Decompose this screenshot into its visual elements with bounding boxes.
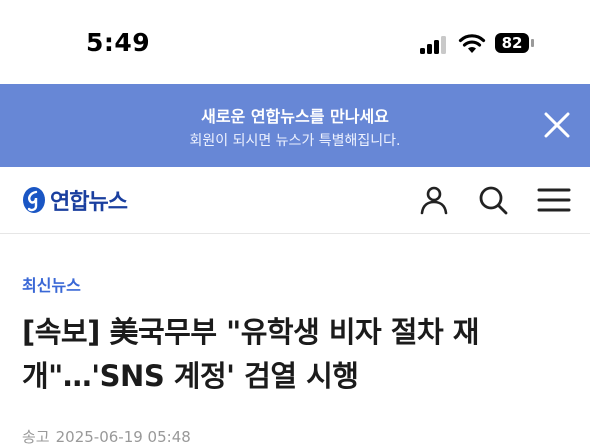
battery-icon: 82: [495, 33, 535, 55]
user-icon[interactable]: [419, 185, 449, 215]
site-logo[interactable]: 연합뉴스: [22, 183, 128, 217]
logo-icon: [23, 187, 45, 213]
menu-icon[interactable]: [537, 185, 571, 215]
promo-title: 새로운 연합뉴스를 만나세요: [201, 107, 389, 126]
wifi-icon: [458, 34, 486, 53]
search-icon[interactable]: [478, 185, 508, 215]
article-meta: 송고 2025-06-19 05:48: [22, 426, 197, 447]
logo-text: 연합뉴스: [50, 190, 128, 215]
meta-label: 송고: [22, 428, 50, 446]
publish-timestamp: 2025-06-19 05:48: [55, 428, 191, 446]
article-headline: [속보] 美국무부 "유학생 비자 절차 재개"…'SNS 계정' 검열 시행: [22, 315, 479, 393]
signup-promo-banner[interactable]: 새로운 연합뉴스를 만나세요 회원이 되시면 뉴스가 특별해집니다.: [0, 84, 590, 167]
status-time: 5:49: [86, 28, 151, 57]
status-bar: 5:49 82: [0, 0, 590, 84]
battery-level: 82: [495, 33, 529, 53]
promo-subtitle: 회원이 되시면 뉴스가 특별해집니다.: [189, 133, 401, 149]
site-header: 연합뉴스: [0, 167, 590, 234]
close-icon[interactable]: [540, 108, 574, 142]
article-category[interactable]: 최신뉴스: [22, 272, 81, 296]
signal-icon: [420, 36, 450, 54]
